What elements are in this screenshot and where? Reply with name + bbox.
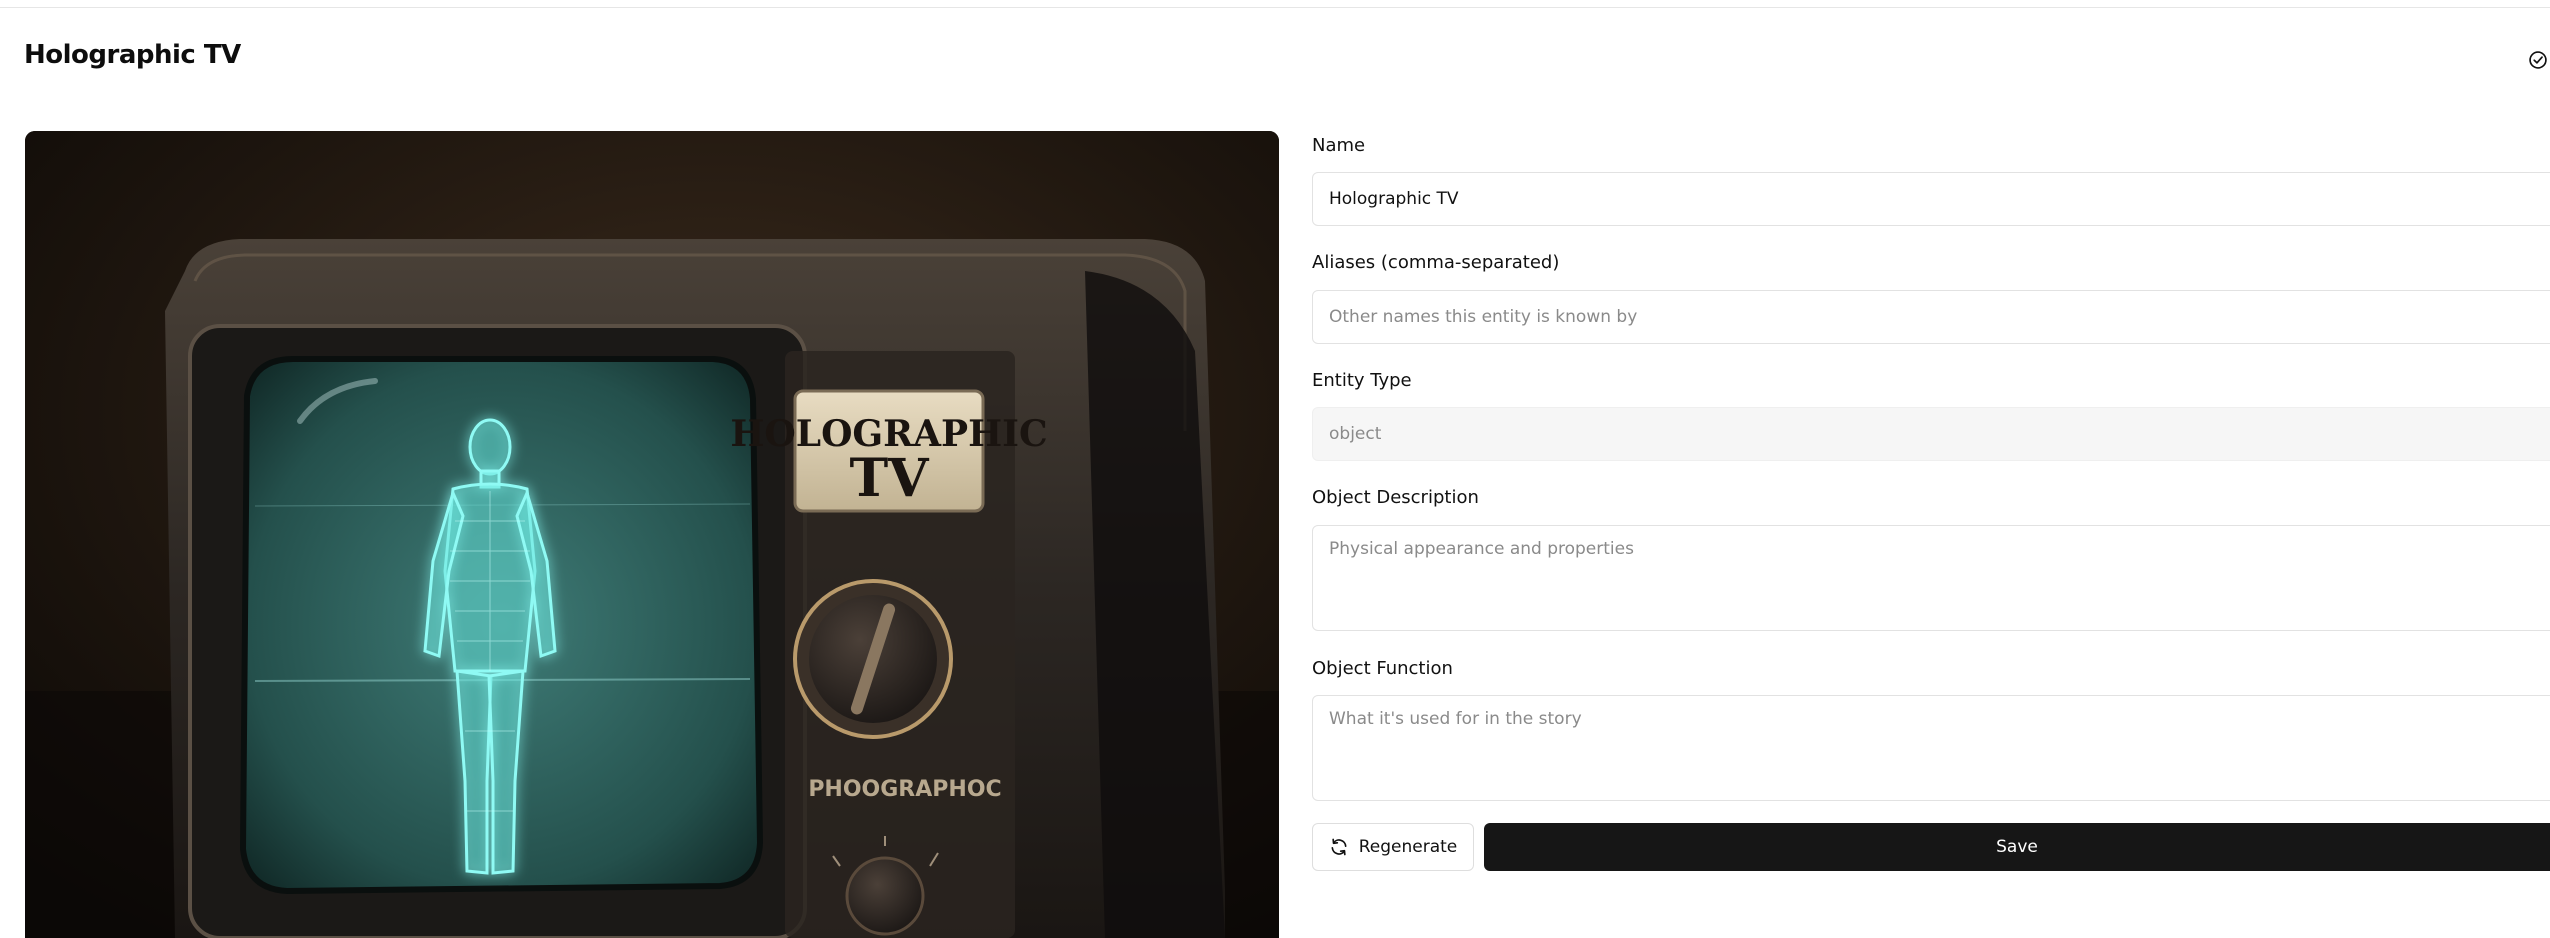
- name-input[interactable]: [1312, 172, 2550, 226]
- entity-type-input: [1312, 407, 2550, 461]
- name-label: Name: [1312, 135, 1366, 156]
- regenerate-button[interactable]: Regenerate: [1312, 823, 1474, 871]
- aliases-label: Aliases (comma-separated): [1312, 252, 1560, 273]
- brand-text: PHOOGRAPHOC: [808, 777, 1001, 802]
- function-textarea[interactable]: [1312, 695, 2550, 801]
- regenerate-label: Regenerate: [1358, 837, 1458, 857]
- description-label: Object Description: [1312, 487, 1479, 508]
- refresh-icon: [1331, 838, 1347, 856]
- entity-type-label: Entity Type: [1312, 370, 1412, 391]
- function-label: Object Function: [1312, 658, 1453, 679]
- entity-form: Name Aliases (comma-separated) Entity Ty…: [1312, 0, 2550, 938]
- entity-image: HOLOGRAPHIC TV PHOOGRAPHOC: [25, 131, 1279, 938]
- description-textarea[interactable]: [1312, 525, 2550, 631]
- plate-line2: TV: [849, 448, 930, 509]
- save-button[interactable]: Save: [1484, 823, 2550, 871]
- aliases-input[interactable]: [1312, 290, 2550, 344]
- page-title: Holographic TV: [24, 40, 241, 70]
